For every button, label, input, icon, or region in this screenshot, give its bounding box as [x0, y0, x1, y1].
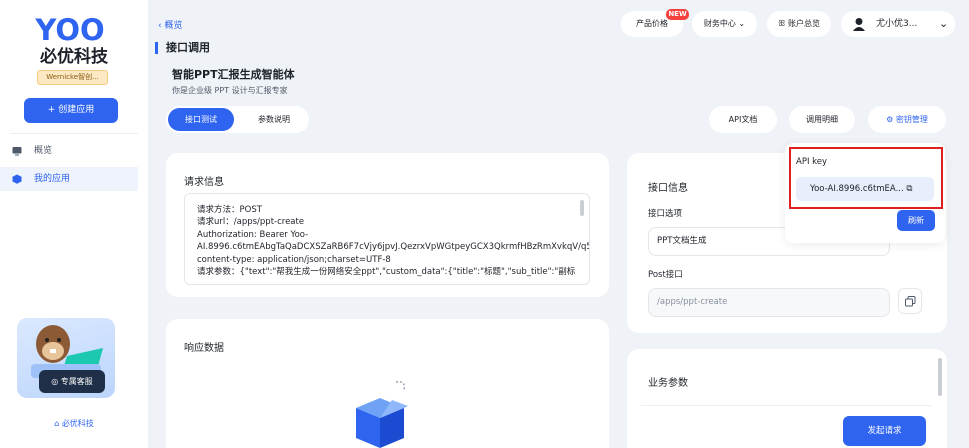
- interface-title: 接口信息: [648, 183, 688, 194]
- create-app-button[interactable]: + 创建应用: [24, 98, 118, 123]
- chevron-down-icon: ⌄: [939, 17, 949, 30]
- page-title: 接口调用: [155, 42, 210, 54]
- response-title: 响应数据: [184, 343, 224, 354]
- people-icon: ꕥ: [778, 19, 788, 28]
- request-line: AI.8996.c6tmEAbgTaQaDCXSZaRB6F7cVjy6jpvJ…: [197, 242, 589, 253]
- post-label: Post接口: [648, 270, 683, 280]
- yoo-logo: YOO: [34, 14, 104, 44]
- request-line: content-type: application/json;charset=U…: [197, 254, 391, 265]
- agent-name: 智能PPT汇报生成智能体: [172, 68, 295, 81]
- home-icon: ⌂: [54, 419, 62, 428]
- divider: [641, 405, 931, 406]
- customer-service-button[interactable]: ◎ 专属客服: [39, 370, 105, 393]
- api-docs-button[interactable]: API文档: [709, 106, 777, 133]
- agent-description: 你是企业级 PPT 设计与汇报专家: [172, 86, 288, 95]
- tab-param-docs[interactable]: 参数说明: [242, 108, 306, 131]
- avatar: [853, 18, 865, 31]
- user-menu[interactable]: 尤小优3... ⌄: [841, 11, 955, 37]
- finance-center-dropdown[interactable]: 财务中心 ⌄: [692, 11, 757, 37]
- empty-box-icon: [356, 380, 408, 448]
- request-textarea[interactable]: 请求方法：POST 请求url：/apps/ppt-create Authori…: [184, 193, 590, 285]
- new-badge: NEW: [666, 9, 689, 20]
- divider: [10, 133, 138, 134]
- gear-icon: ⚙: [886, 115, 896, 124]
- refresh-key-button[interactable]: 刷新: [897, 210, 935, 231]
- request-line: Authorization: Bearer Yoo-: [197, 229, 309, 240]
- business-params-title: 业务参数: [648, 378, 688, 389]
- post-endpoint-field: /apps/ppt-create: [648, 288, 890, 317]
- tab-api-test[interactable]: 接口测试: [168, 108, 234, 131]
- sidebar-item-my-apps[interactable]: 我的应用: [0, 167, 138, 191]
- business-scrollbar[interactable]: [938, 358, 942, 396]
- back-link[interactable]: ‹ 概览: [158, 18, 182, 31]
- cube-icon: [12, 174, 22, 184]
- footer-brand[interactable]: ⌂ 必优科技: [0, 418, 148, 429]
- sidebar-item-overview[interactable]: 概览: [0, 139, 138, 163]
- request-title: 请求信息: [184, 177, 224, 188]
- copy-endpoint-button[interactable]: [898, 288, 922, 314]
- headset-icon: ◎: [51, 377, 61, 386]
- chevron-down-icon: ⌄: [735, 19, 746, 28]
- tab-group: 接口测试 参数说明: [166, 106, 309, 133]
- svg-text:YOO: YOO: [34, 14, 104, 44]
- request-line: 请求url：/apps/ppt-create: [197, 217, 305, 228]
- send-request-button[interactable]: 发起请求: [843, 416, 926, 446]
- highlight-box: [789, 147, 943, 209]
- monitor-icon: [12, 147, 22, 156]
- request-line: 请求方法：POST: [197, 205, 262, 215]
- option-label: 接口选项: [648, 209, 683, 219]
- workspace-badge[interactable]: Wernicke智创...: [37, 70, 108, 85]
- request-line: 请求参数：{"text":"帮我生成一份网络安全ppt","custom_dat…: [197, 267, 576, 278]
- brand-name: 必优科技: [40, 47, 108, 67]
- sidebar: YOO 必优科技 Wernicke智创... + 创建应用 概览 我的应用 ◎ …: [0, 0, 148, 448]
- account-overview-button[interactable]: ꕥ 账户总览: [767, 11, 831, 37]
- request-scrollbar[interactable]: [580, 200, 584, 216]
- mascot-illustration: [31, 325, 103, 378]
- copy-icon: [905, 296, 916, 307]
- call-details-button[interactable]: 调用明细: [789, 106, 855, 133]
- plus-icon: +: [47, 105, 59, 115]
- key-management-button[interactable]: ⚙ 密钥管理: [868, 106, 946, 133]
